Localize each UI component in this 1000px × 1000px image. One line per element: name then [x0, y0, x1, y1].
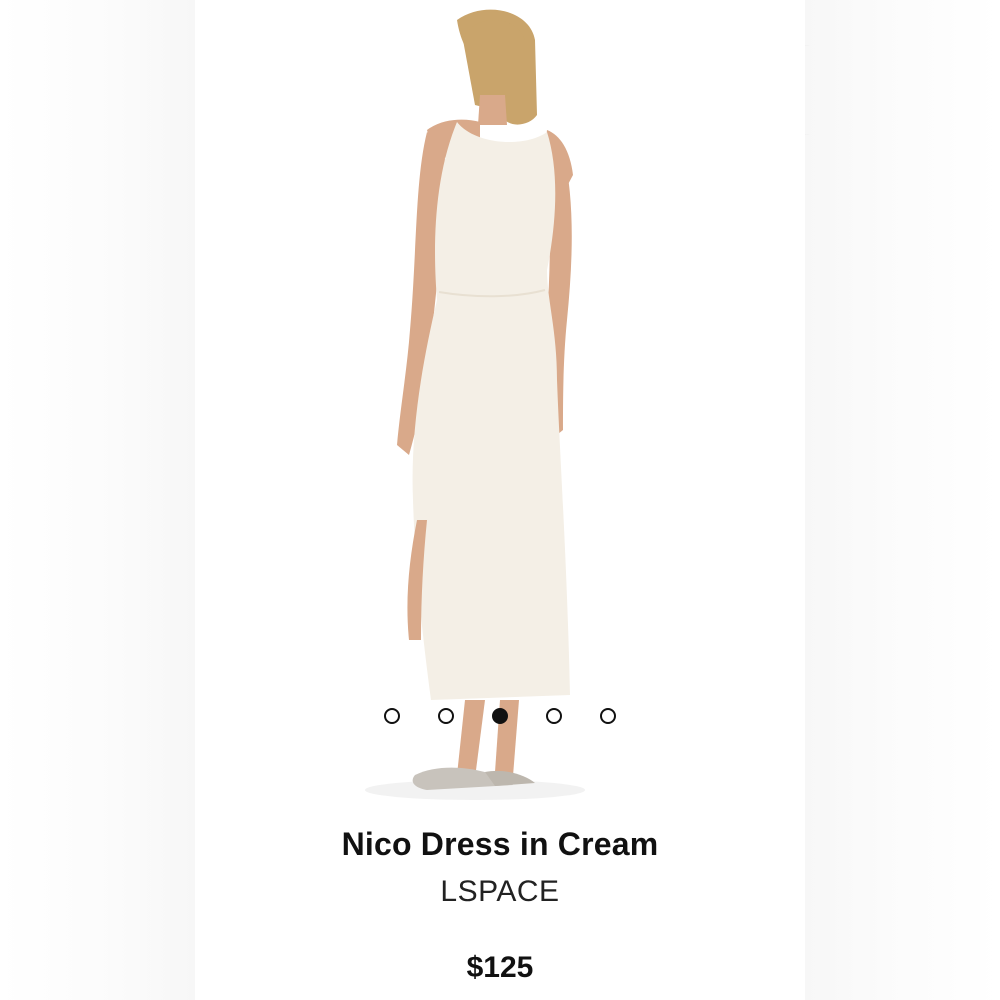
product-page: Nico Dress in Cream LSPACE $125: [0, 0, 1000, 1000]
carousel-dot-4[interactable]: [546, 708, 562, 724]
left-background-fade: [0, 0, 195, 1000]
dress-model-illustration: [365, 9, 585, 800]
product-image[interactable]: [195, 0, 805, 810]
product-info: Nico Dress in Cream LSPACE $125: [195, 820, 805, 985]
carousel-dot-3[interactable]: [492, 708, 508, 724]
product-title[interactable]: Nico Dress in Cream: [195, 826, 805, 863]
carousel-dot-1[interactable]: [384, 708, 400, 724]
product-price: $125: [466, 951, 534, 984]
product-brand[interactable]: LSPACE: [195, 875, 805, 909]
carousel-dot-5[interactable]: [600, 708, 616, 724]
carousel-dot-2[interactable]: [438, 708, 454, 724]
carousel-dots: [195, 708, 805, 730]
product-card: Nico Dress in Cream LSPACE $125: [195, 0, 805, 1000]
right-background-fade: [805, 0, 1000, 1000]
